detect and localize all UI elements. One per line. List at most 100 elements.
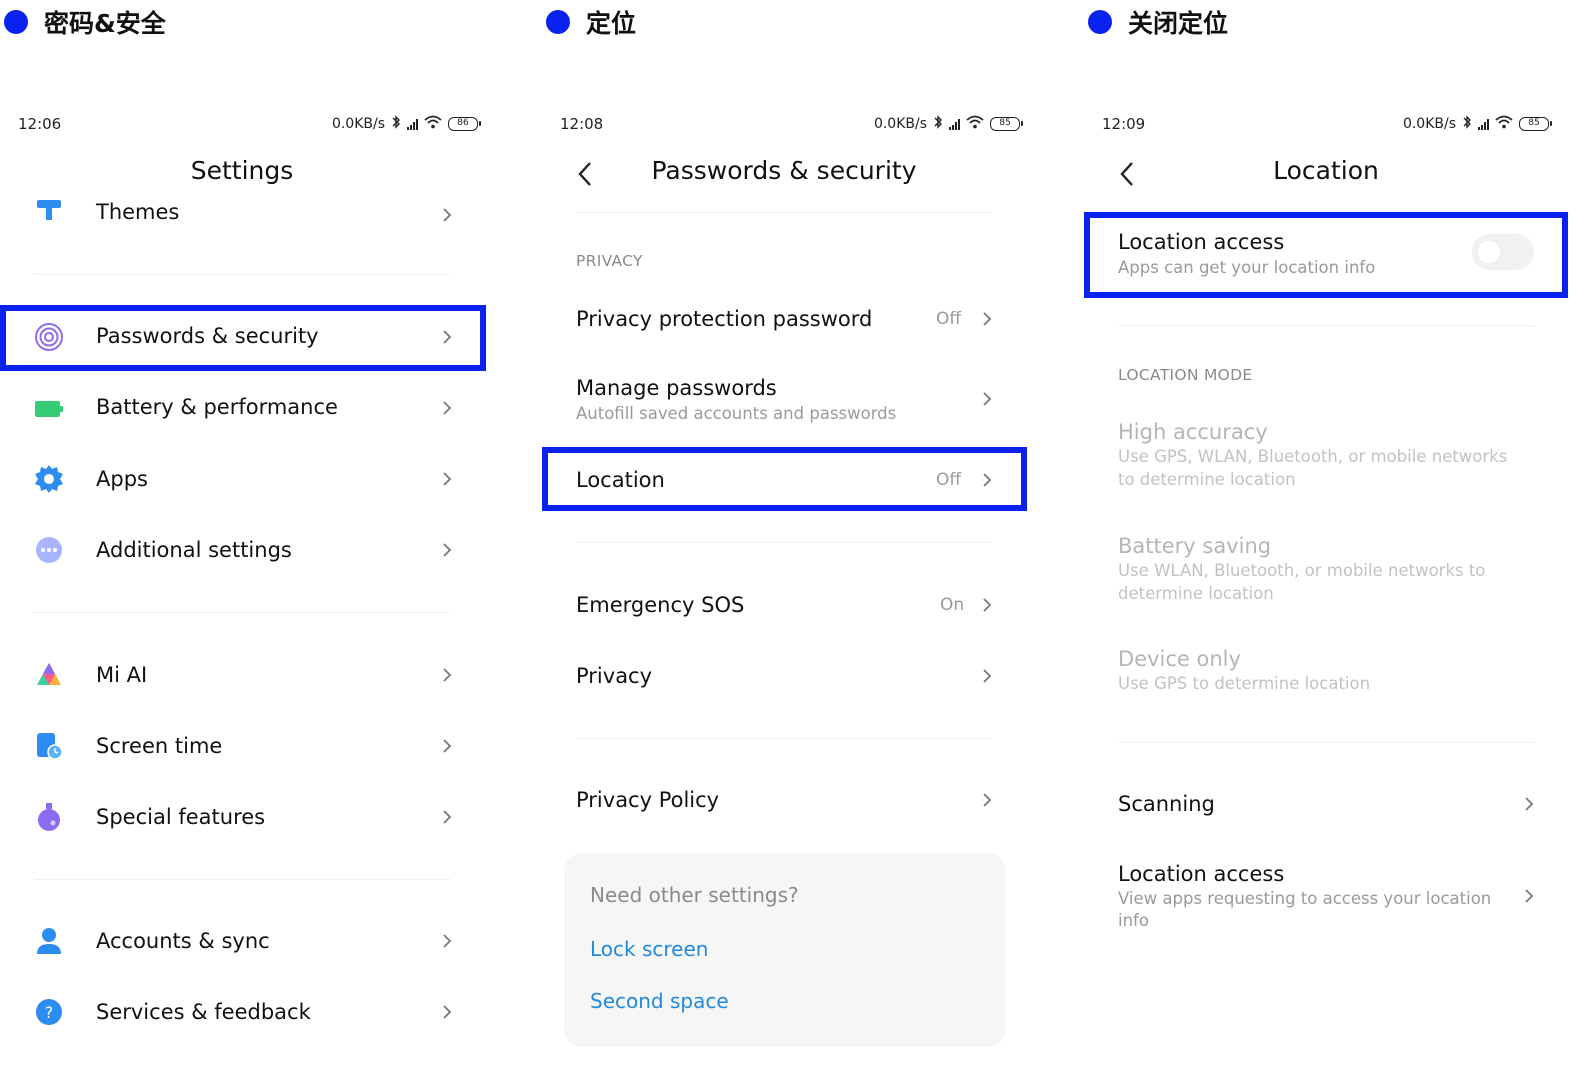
settings-item-themes[interactable]: Themes — [0, 196, 520, 236]
mode-device-only[interactable]: Device only Use GPS to determine locatio… — [1084, 645, 1591, 705]
row-label: High accuracy — [1118, 420, 1268, 444]
scanning-item[interactable]: Scanning — [1084, 777, 1591, 833]
page-title: Settings — [190, 156, 294, 185]
row-subtitle: info — [1118, 911, 1149, 930]
person-icon — [37, 928, 61, 954]
row-value: On — [940, 595, 965, 615]
settings-screen: 12:06 0.0KB/s 86 Settings Themes Passwor… — [0, 0, 520, 1080]
other-settings-card: Need other settings? Lock screen Second … — [564, 853, 1006, 1047]
page-title: Passwords & security — [651, 156, 917, 185]
battery-performance-icon — [35, 401, 63, 417]
row-subtitle: to determine location — [1118, 470, 1296, 489]
divider — [576, 738, 992, 739]
status-time: 12:08 — [560, 115, 604, 133]
help-icon: ? — [36, 999, 62, 1025]
settings-item-label: Special features — [96, 805, 266, 829]
chevron-right-icon — [443, 208, 452, 222]
highlight-box — [542, 447, 1027, 511]
settings-item-accounts-sync[interactable]: Accounts & sync — [0, 913, 520, 969]
divider — [576, 212, 992, 213]
page-title: Location — [1273, 156, 1379, 185]
divider — [34, 612, 450, 613]
row-subtitle: Autofill saved accounts and passwords — [576, 404, 897, 423]
network-speed: 0.0KB/s — [331, 116, 385, 132]
settings-item-label: Apps — [96, 467, 148, 491]
highlight-box — [1084, 212, 1568, 298]
row-subtitle: Use GPS, WLAN, Bluetooth, or mobile netw… — [1118, 447, 1508, 466]
status-time: 12:06 — [18, 115, 62, 133]
row-label: Location access — [1118, 862, 1285, 886]
settings-item-label: Screen time — [96, 734, 223, 758]
themes-icon — [37, 200, 61, 220]
battery-icon: 85 — [1519, 117, 1552, 131]
row-label: Battery saving — [1118, 534, 1272, 558]
status-bar: 12:09 0.0KB/s 85 — [1102, 112, 1552, 136]
settings-item-additional-settings[interactable]: Additional settings — [0, 522, 520, 578]
chevron-right-icon — [443, 739, 452, 753]
status-time: 12:09 — [1102, 115, 1146, 133]
chevron-right-icon — [443, 1005, 452, 1019]
chevron-right-icon — [983, 598, 992, 612]
chevron-right-icon — [443, 543, 452, 557]
more-dots-icon — [36, 537, 62, 563]
row-label: Privacy protection password — [576, 307, 873, 331]
divider — [34, 274, 450, 275]
privacy-protection-password-item[interactable]: Privacy protection password Off — [542, 292, 1062, 348]
signal-icon — [1478, 118, 1489, 130]
section-label-location-mode: LOCATION MODE — [1118, 366, 1253, 384]
chevron-right-icon — [443, 472, 452, 486]
battery-icon: 85 — [990, 117, 1023, 131]
settings-item-screen-time[interactable]: Screen time — [0, 718, 520, 774]
settings-item-label: Additional settings — [96, 538, 292, 562]
bluetooth-icon — [391, 115, 401, 133]
highlight-box — [0, 305, 486, 371]
row-subtitle: determine location — [1118, 584, 1274, 603]
mode-battery-saving[interactable]: Battery saving Use WLAN, Bluetooth, or m… — [1084, 532, 1591, 612]
status-bar: 12:08 0.0KB/s 85 — [560, 112, 1023, 136]
location-access-apps-item[interactable]: Location access View apps requesting to … — [1084, 860, 1591, 940]
row-label: Privacy Policy — [576, 788, 720, 812]
mode-high-accuracy[interactable]: High accuracy Use GPS, WLAN, Bluetooth, … — [1084, 418, 1591, 498]
chevron-right-icon — [443, 668, 452, 682]
settings-item-label: Themes — [96, 200, 180, 224]
settings-item-apps[interactable]: Apps — [0, 451, 520, 507]
emergency-sos-item[interactable]: Emergency SOS On — [542, 578, 1062, 634]
section-label-privacy: PRIVACY — [576, 252, 643, 270]
divider — [576, 542, 992, 543]
chevron-right-icon — [1525, 797, 1534, 811]
signal-icon — [407, 118, 418, 130]
settings-item-mi-ai[interactable]: Mi AI — [0, 647, 520, 703]
bluetooth-icon — [933, 115, 943, 133]
privacy-item[interactable]: Privacy — [542, 649, 1062, 705]
settings-item-special-features[interactable]: Special features — [0, 789, 520, 845]
settings-item-label: Mi AI — [96, 663, 148, 687]
settings-item-battery-performance[interactable]: Battery & performance — [0, 380, 520, 436]
divider — [1118, 325, 1534, 326]
settings-item-label: Accounts & sync — [96, 929, 270, 953]
chevron-right-icon — [983, 669, 992, 683]
card-question: Need other settings? — [590, 883, 799, 907]
row-label: Privacy — [576, 664, 653, 688]
network-speed: 0.0KB/s — [1402, 116, 1456, 132]
settings-item-services-feedback[interactable]: ? Services & feedback — [0, 984, 520, 1040]
second-space-link[interactable]: Second space — [590, 989, 729, 1013]
row-subtitle: Use WLAN, Bluetooth, or mobile networks … — [1118, 561, 1486, 580]
row-label: Manage passwords — [576, 376, 777, 400]
row-subtitle: Use GPS to determine location — [1118, 674, 1371, 693]
lock-screen-link[interactable]: Lock screen — [590, 937, 708, 961]
passwords-security-screen: 12:08 0.0KB/s 85 Passwords & security PR… — [542, 0, 1062, 1080]
chevron-right-icon — [443, 934, 452, 948]
manage-passwords-item[interactable]: Manage passwords Autofill saved accounts… — [542, 372, 1062, 436]
chevron-right-icon — [443, 810, 452, 824]
row-value: Off — [936, 309, 962, 329]
row-subtitle: View apps requesting to access your loca… — [1118, 889, 1492, 908]
settings-item-label: Services & feedback — [96, 1000, 311, 1024]
settings-item-label: Battery & performance — [96, 395, 338, 419]
network-speed: 0.0KB/s — [873, 116, 927, 132]
row-label: Device only — [1118, 647, 1241, 671]
bluetooth-icon — [1462, 115, 1472, 133]
privacy-policy-item[interactable]: Privacy Policy — [542, 773, 1062, 829]
battery-icon: 86 — [448, 117, 481, 131]
chevron-right-icon — [983, 793, 992, 807]
wifi-icon — [966, 115, 984, 133]
